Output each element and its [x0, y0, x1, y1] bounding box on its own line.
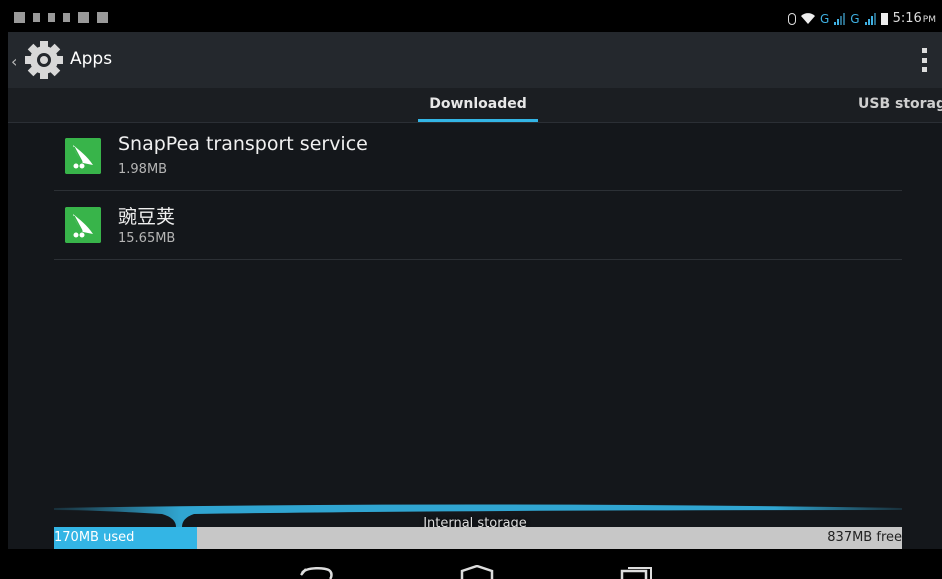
list-item[interactable]: SnapPea transport service 1.98MB [54, 122, 902, 191]
storage-bar: 170MB used 837MB free [54, 527, 902, 549]
status-time: 5:16PM [892, 11, 936, 26]
signal-icon [864, 12, 876, 25]
chevron-left-icon[interactable]: ‹ [11, 52, 17, 71]
app-name: 豌豆荚 [118, 206, 176, 228]
storage-free-text: 837MB free [827, 530, 902, 545]
status-left-icons [14, 12, 108, 23]
wifi-small-icon [33, 13, 40, 22]
notification-icon [14, 12, 25, 23]
page-title: Apps [70, 49, 113, 69]
recents-nav-icon[interactable] [620, 565, 654, 579]
bluetooth-icon [787, 12, 796, 25]
back-nav-icon[interactable] [300, 565, 334, 579]
status-right-icons: G G 5:16PM [787, 11, 936, 26]
app-size: 15.65MB [118, 231, 176, 246]
app-size: 1.98MB [118, 162, 168, 177]
action-bar: ‹ Apps [8, 32, 942, 88]
tab-bar: Downloaded USB storage [8, 88, 942, 123]
network-type-label: G [819, 11, 830, 26]
usb-icon [48, 13, 55, 22]
navigation-bar [8, 549, 942, 579]
notification-icon [78, 12, 89, 23]
wifi-icon [800, 12, 815, 24]
screen: G G 5:16PM ‹ Apps Downloaded USB storag … [8, 8, 942, 579]
status-bar: G G 5:16PM [8, 8, 942, 32]
settings-gear-icon[interactable] [22, 38, 66, 82]
notification-icon [97, 12, 108, 23]
tab-downloaded[interactable]: Downloaded [418, 88, 538, 122]
signal-icon [834, 12, 846, 25]
app-list: SnapPea transport service 1.98MB 豌豆荚 15.… [54, 122, 902, 260]
list-item[interactable]: 豌豆荚 15.65MB [54, 191, 902, 260]
tab-usb-storage[interactable]: USB storage [858, 88, 942, 122]
app-name: SnapPea transport service [118, 133, 368, 155]
home-nav-icon[interactable] [460, 565, 494, 579]
network-type-label: G [850, 11, 860, 26]
tab-label: Downloaded [429, 96, 527, 112]
overflow-menu-icon[interactable] [920, 48, 928, 72]
snappea-icon [65, 207, 101, 243]
snappea-icon [65, 138, 101, 174]
tab-label: USB storage [858, 96, 942, 112]
storage-used-text: 170MB used [54, 530, 135, 545]
battery-icon [880, 12, 888, 25]
lock-icon [63, 13, 70, 22]
